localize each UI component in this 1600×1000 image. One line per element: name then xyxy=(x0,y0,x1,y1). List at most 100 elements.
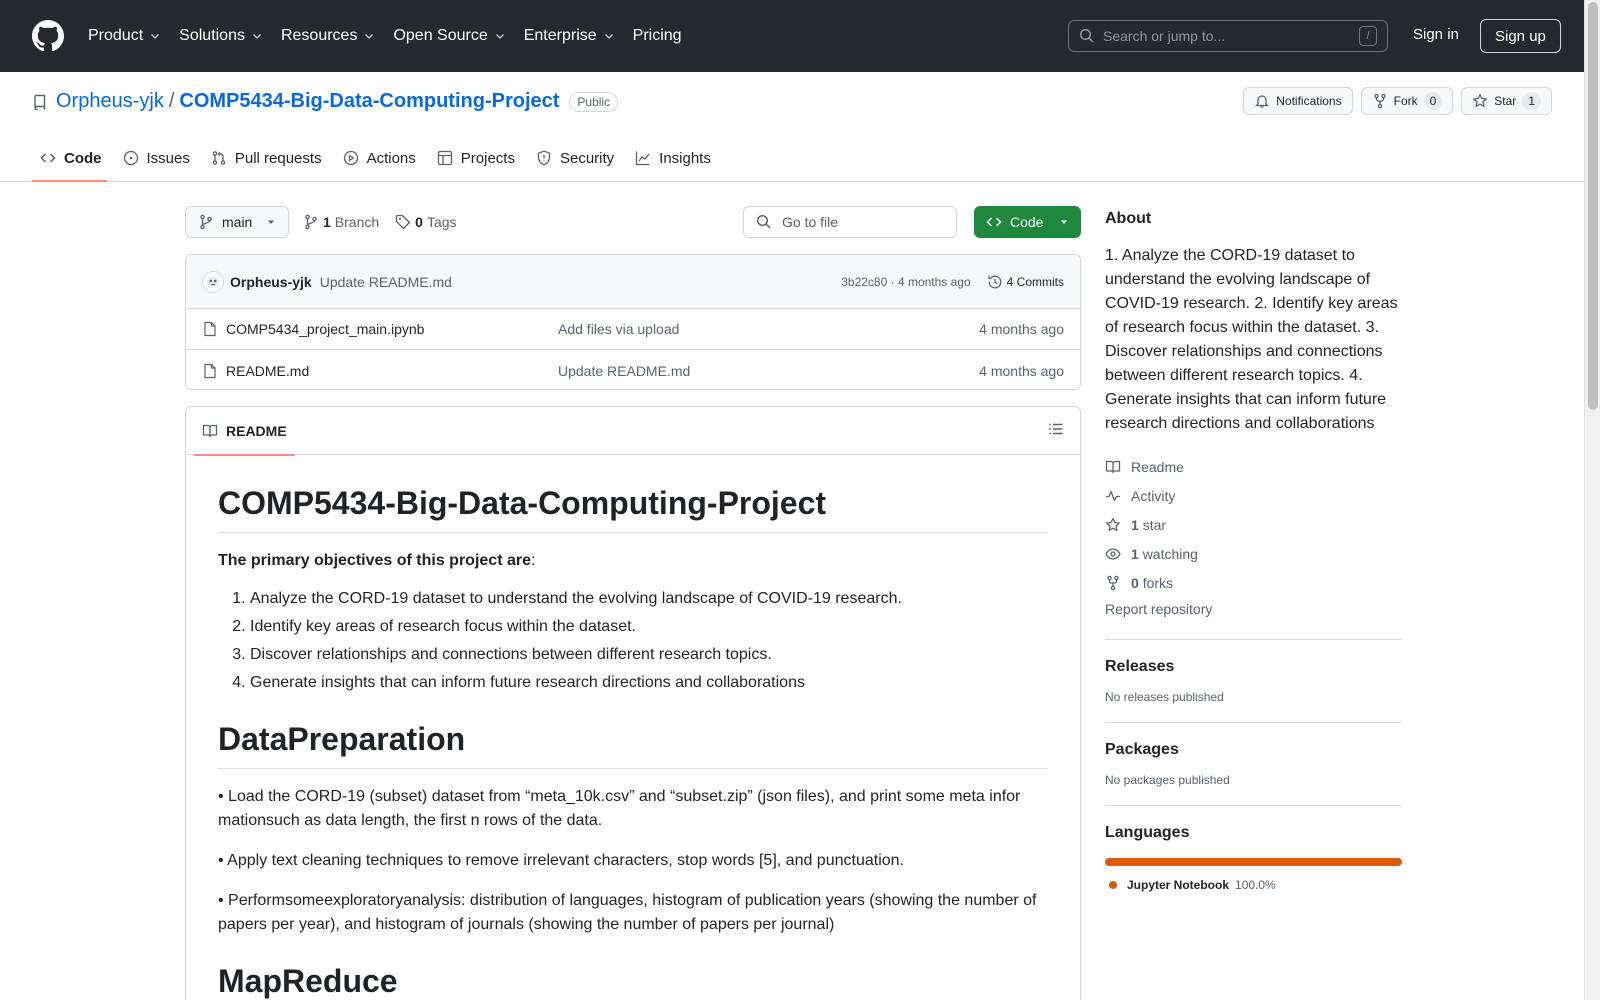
section-heading: DataPreparation xyxy=(218,721,1048,769)
languages-section: Languages Jupyter Notebook 100.0% xyxy=(1105,805,1402,892)
search-shortcut-key: / xyxy=(1359,26,1377,46)
code-icon xyxy=(40,150,56,166)
projects-icon xyxy=(437,150,453,166)
stars-link[interactable]: 1 star xyxy=(1105,510,1402,539)
book-icon xyxy=(202,423,218,439)
file-browser: Orpheus-yjk Update README.md 3b22c80 · 4… xyxy=(185,254,1081,390)
search-icon xyxy=(756,214,772,230)
about-heading: About xyxy=(1105,210,1152,227)
tab-label: Projects xyxy=(460,149,515,167)
code-dropdown-button[interactable]: Code xyxy=(974,206,1081,238)
sidebar-link-label: watching xyxy=(1142,545,1198,562)
nav-open-source[interactable]: Open Source xyxy=(393,27,505,45)
file-commit-message[interactable]: Add files via upload xyxy=(558,321,679,337)
tab-projects[interactable]: Projects xyxy=(429,134,528,182)
list-item: Identify key areas of research focus wit… xyxy=(250,615,1048,639)
github-logo-icon[interactable] xyxy=(32,20,64,52)
global-header: Product Solutions Resources Open Source … xyxy=(0,0,1584,72)
nav-solutions[interactable]: Solutions xyxy=(179,27,263,45)
tab-label: Insights xyxy=(659,149,711,167)
stars-count: 1 xyxy=(1131,516,1139,533)
code-icon xyxy=(986,214,1002,230)
language-item[interactable]: Jupyter Notebook 100.0% xyxy=(1105,878,1402,892)
table-row[interactable]: COMP5434_project_main.ipynb Add files vi… xyxy=(186,309,1080,350)
watchers-count: 1 xyxy=(1131,545,1139,562)
branch-icon xyxy=(198,214,214,230)
history-icon xyxy=(987,274,1003,290)
tags-link[interactable]: 0 Tags xyxy=(395,214,457,230)
page-scrollbar[interactable] xyxy=(1584,0,1600,1000)
packages-heading[interactable]: Packages xyxy=(1105,741,1402,759)
nav-enterprise[interactable]: Enterprise xyxy=(524,27,615,45)
avatar[interactable] xyxy=(202,270,224,293)
tab-label: Actions xyxy=(366,149,416,167)
branch-select-button[interactable]: main xyxy=(185,206,289,238)
issue-icon xyxy=(123,150,139,166)
scrollbar-thumb[interactable] xyxy=(1588,2,1598,410)
about-links: Readme Activity 1 star 1 watching 0 fork… xyxy=(1105,452,1402,621)
tab-label: Pull requests xyxy=(234,149,322,167)
commits-history-link[interactable]: 4 Commits xyxy=(987,274,1064,290)
sign-in-link[interactable]: Sign in xyxy=(1413,26,1459,43)
fork-button[interactable]: Fork 0 xyxy=(1360,87,1454,115)
sidebar-link-label: forks xyxy=(1142,574,1174,591)
packages-section: Packages No packages published xyxy=(1105,722,1402,787)
readme-tab[interactable]: README xyxy=(194,407,295,456)
sign-up-button[interactable]: Sign up xyxy=(1480,19,1561,53)
branches-link[interactable]: 1 Branch xyxy=(303,214,379,230)
file-icon xyxy=(202,363,218,379)
file-commit-message[interactable]: Update README.md xyxy=(558,363,690,379)
nav-label: Product xyxy=(88,27,144,44)
tab-label: Code xyxy=(64,149,102,167)
file-age: 4 months ago xyxy=(979,362,1064,379)
fork-icon xyxy=(1105,575,1121,591)
tab-actions[interactable]: Actions xyxy=(335,134,429,182)
releases-empty-text: No releases published xyxy=(1105,690,1224,704)
go-to-file-input[interactable]: Go to file xyxy=(743,206,957,238)
tab-insights[interactable]: Insights xyxy=(627,134,724,182)
chevron-down-icon xyxy=(149,30,161,42)
repo-actions: Notifications Fork 0 Star 1 xyxy=(1243,87,1552,115)
commit-author-link[interactable]: Orpheus-yjk xyxy=(230,274,312,290)
commit-message-link[interactable]: Update README.md xyxy=(320,274,452,290)
fork-count: 0 xyxy=(1423,92,1443,110)
section-paragraph: • Apply text cleaning techniques to remo… xyxy=(218,852,904,869)
star-button[interactable]: Star 1 xyxy=(1461,87,1552,115)
file-name-link[interactable]: README.md xyxy=(226,363,558,379)
outline-toggle-icon[interactable] xyxy=(1048,421,1064,440)
file-name-link[interactable]: COMP5434_project_main.ipynb xyxy=(226,321,558,337)
branch-meta: 1 Branch 0 Tags xyxy=(303,206,457,238)
activity-link[interactable]: Activity xyxy=(1105,481,1402,510)
watchers-link[interactable]: 1 watching xyxy=(1105,539,1402,568)
readme-intro: The primary objectives of this project a… xyxy=(218,549,1048,573)
notifications-button[interactable]: Notifications xyxy=(1243,87,1353,115)
commit-hash-age[interactable]: 3b22c80 · 4 months ago xyxy=(841,275,970,289)
repo-name-link[interactable]: COMP5434-Big-Data-Computing-Project xyxy=(179,90,559,113)
tab-issues[interactable]: Issues xyxy=(115,134,203,182)
nav-resources[interactable]: Resources xyxy=(281,27,375,45)
language-percent: 100.0% xyxy=(1235,878,1276,892)
section-paragraph: • Performsomeexploratoryanalysis: distri… xyxy=(218,892,1037,933)
global-nav: Product Solutions Resources Open Source … xyxy=(88,27,700,45)
tab-label: Security xyxy=(559,149,615,167)
branch-name: main xyxy=(222,214,253,230)
tab-security[interactable]: Security xyxy=(528,134,627,182)
branch-label: Branch xyxy=(334,214,380,230)
repo-owner-link[interactable]: Orpheus-yjk xyxy=(56,90,164,113)
nav-product[interactable]: Product xyxy=(88,27,161,45)
releases-heading[interactable]: Releases xyxy=(1105,658,1402,676)
language-name: Jupyter Notebook xyxy=(1127,878,1230,892)
global-search-input[interactable]: Search or jump to... / xyxy=(1068,20,1388,52)
table-row[interactable]: README.md Update README.md 4 months ago xyxy=(186,350,1080,389)
search-icon xyxy=(1079,28,1095,44)
tab-code[interactable]: Code xyxy=(32,134,115,182)
packages-empty-text: No packages published xyxy=(1105,773,1230,787)
file-age: 4 months ago xyxy=(979,321,1064,337)
forks-link[interactable]: 0 forks xyxy=(1105,568,1402,597)
branch-bar: main 1 Branch 0 Tags Go to file Code xyxy=(185,206,1081,238)
chevron-down-icon xyxy=(603,30,615,42)
tab-pull-requests[interactable]: Pull requests xyxy=(203,134,335,182)
readme-link[interactable]: Readme xyxy=(1105,452,1402,481)
report-repository-link[interactable]: Report repository xyxy=(1105,601,1402,621)
nav-pricing[interactable]: Pricing xyxy=(633,27,682,45)
